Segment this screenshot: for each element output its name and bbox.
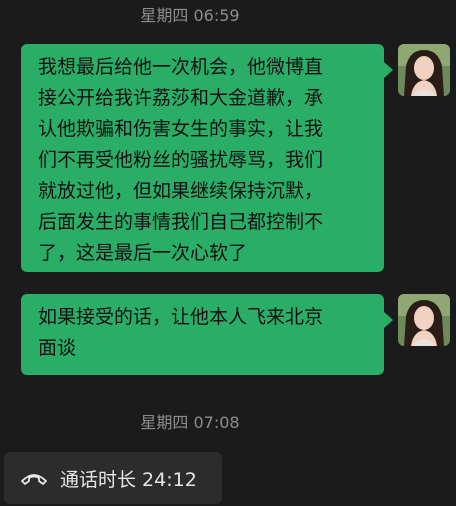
message-line: 就放过他，但如果继续保持沉默，	[38, 180, 324, 202]
message-line: 如果接受的话，让他本人飞来北京	[38, 306, 324, 328]
avatar-portrait-icon	[398, 44, 450, 96]
timestamp-bottom: 星期四 07:08	[140, 413, 240, 432]
message-line: 面谈	[38, 337, 77, 359]
phone-hangup-icon	[21, 474, 47, 485]
avatar-portrait-icon	[398, 294, 450, 346]
message-line: 们不再受他粉丝的骚扰辱骂，我们	[38, 149, 324, 171]
timestamp-top: 星期四 06:59	[140, 6, 240, 25]
message-line: 我想最后给他一次机会，他微博直	[38, 56, 324, 78]
message-line: 了，这是最后一次心软了	[38, 242, 248, 264]
message-line: 后面发生的事情我们自己都控制不	[38, 211, 324, 233]
message-bubble-2[interactable]: 如果接受的话，让他本人飞来北京 面谈	[21, 294, 393, 375]
message-line: 认他欺骗和伤害女生的事实，让我	[38, 118, 324, 140]
message-bubble-1[interactable]: 我想最后给他一次机会，他微博直 接公开给我许荔莎和大金道歉，承 认他欺骗和伤害女…	[21, 44, 393, 272]
call-duration-label: 通话时长 24:12	[60, 468, 197, 491]
call-duration-message[interactable]: 通话时长 24:12	[4, 452, 222, 504]
avatar[interactable]	[398, 44, 450, 96]
avatar[interactable]	[398, 294, 450, 346]
message-line: 接公开给我许荔莎和大金道歉，承	[38, 87, 324, 109]
